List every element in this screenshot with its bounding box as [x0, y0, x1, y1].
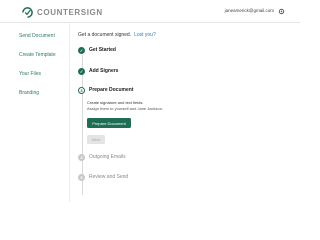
step-outgoing-emails[interactable]: 4 Outgoing Emails — [78, 153, 126, 161]
prepare-instructions-line1: Create signature and text fields. — [87, 100, 144, 105]
step-get-started[interactable]: ✓ Get Started — [78, 46, 116, 54]
step-label: Add Signers — [89, 68, 119, 74]
gear-icon[interactable] — [278, 8, 285, 15]
step-add-signers[interactable]: ✓ Add Signers — [78, 67, 118, 75]
sidebar-item-create-template[interactable]: Create Template — [19, 52, 56, 58]
step-number: 5 — [78, 173, 85, 181]
sidebar-item-your-files[interactable]: Your Files — [19, 71, 41, 77]
sidebar-item-branding[interactable]: Branding — [19, 90, 39, 96]
step-prepare-document[interactable]: 3 Prepare Document — [78, 86, 133, 94]
check-icon: ✓ — [78, 67, 85, 75]
sidebar-item-send-document[interactable]: Send Document — [19, 33, 55, 39]
step-review-and-send[interactable]: 5 Review and Send — [78, 173, 128, 181]
step-number: 3 — [78, 86, 85, 94]
check-icon: ✓ — [78, 46, 85, 54]
top-bar: COUNTERSIGN janeamerick@gmail.com — [0, 0, 300, 23]
step-label: Prepare Document — [89, 87, 134, 93]
logo[interactable]: COUNTERSIGN — [22, 6, 103, 18]
countersign-logo-icon — [22, 6, 33, 18]
sidebar: Send Document Create Template Your Files… — [0, 23, 70, 202]
step-number: 4 — [78, 153, 85, 161]
logo-text: COUNTERSIGN — [37, 7, 103, 17]
prepare-instructions-line2: Assign them to yourself and Jane Jackson… — [87, 106, 164, 111]
lost-you-link[interactable]: Lost you? — [134, 32, 156, 38]
page-heading: Get a document signed. Lost you? — [78, 32, 156, 38]
user-email[interactable]: janeamerick@gmail.com — [225, 8, 274, 13]
step-label: Review and Send — [89, 174, 129, 180]
next-button[interactable]: Next — [87, 135, 105, 144]
prepare-document-button[interactable]: Prepare Document — [87, 118, 131, 128]
heading-text: Get a document signed. — [78, 32, 132, 38]
step-label: Outgoing Emails — [89, 154, 126, 160]
main-panel: Get a document signed. Lost you? ✓ Get St… — [78, 23, 300, 202]
step-label: Get Started — [89, 47, 116, 53]
